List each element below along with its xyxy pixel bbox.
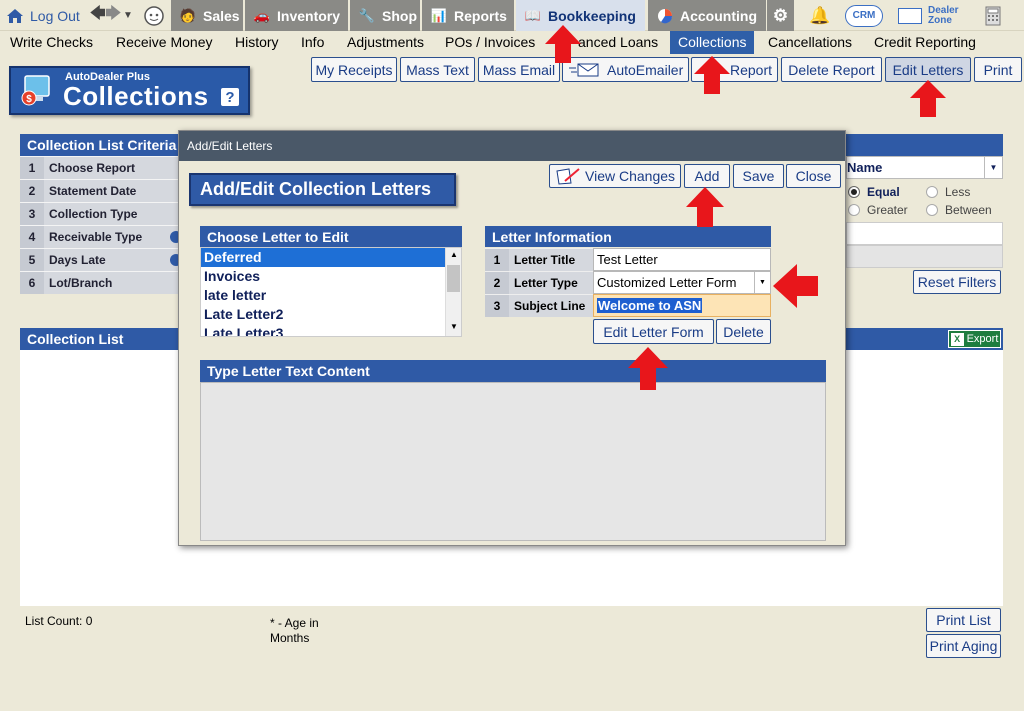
arrow-up-icon bbox=[694, 56, 730, 94]
arrow-up-icon bbox=[910, 80, 946, 117]
arrow-left-icon bbox=[773, 264, 818, 308]
annotation-arrows bbox=[545, 25, 946, 390]
arrow-up-icon bbox=[686, 187, 724, 227]
arrow-up-icon bbox=[545, 25, 581, 63]
arrow-up-icon bbox=[628, 347, 668, 390]
